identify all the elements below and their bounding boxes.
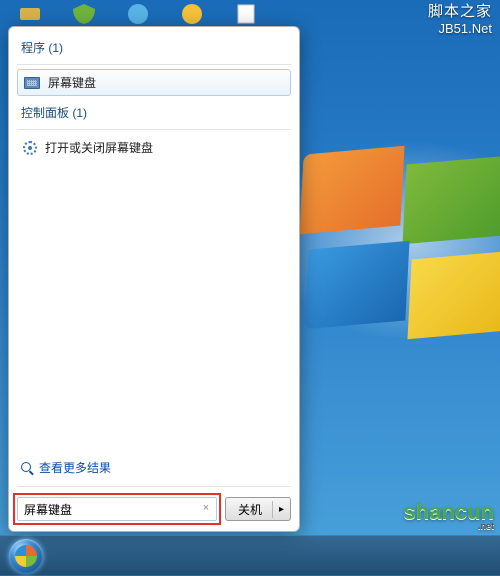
search-results-panel: 程序 (1) 屏幕键盘 控制面板 (1) 打开或关闭屏幕键盘 (9, 27, 299, 453)
section-header-programs: 程序 (1) (17, 35, 291, 60)
pinned-icon[interactable] (172, 2, 212, 26)
pinned-icon[interactable] (226, 2, 266, 26)
taskbar[interactable] (0, 535, 500, 575)
result-item-label: 打开或关闭屏幕键盘 (45, 139, 153, 156)
result-item-label: 屏幕键盘 (48, 74, 96, 91)
start-orb-icon (9, 539, 43, 573)
keyboard-icon (24, 77, 40, 89)
watermark-top: 脚本之家 JB51.Net (428, 0, 492, 36)
divider (17, 64, 291, 65)
gear-icon (23, 141, 37, 155)
shutdown-label: 关机 (226, 501, 273, 518)
result-item-on-screen-keyboard[interactable]: 屏幕键盘 (17, 69, 291, 96)
pinned-icon[interactable] (64, 2, 104, 26)
result-item-toggle-osk[interactable]: 打开或关闭屏幕键盘 (17, 134, 291, 161)
search-input[interactable] (17, 497, 217, 521)
search-icon (21, 462, 33, 474)
start-menu-bottom-bar: × 关机 ▸ (9, 491, 299, 531)
section-header-control-panel: 控制面板 (1) (17, 100, 291, 125)
divider (17, 486, 291, 487)
chevron-right-icon[interactable]: ▸ (273, 504, 290, 515)
start-menu: 程序 (1) 屏幕键盘 控制面板 (1) 打开或关闭屏幕键盘 查看更多结果 × … (8, 26, 300, 532)
watermark-bottom: shancun .net (404, 499, 494, 531)
start-button[interactable] (4, 536, 48, 576)
shutdown-button[interactable]: 关机 ▸ (225, 497, 291, 521)
see-more-results[interactable]: 查看更多结果 (17, 453, 291, 482)
search-wrap: × (17, 497, 217, 521)
pinned-icon[interactable] (118, 2, 158, 26)
clear-search-icon[interactable]: × (199, 501, 213, 515)
divider (17, 129, 291, 130)
pinned-shortcuts-top (10, 2, 266, 26)
see-more-label: 查看更多结果 (39, 459, 111, 476)
pinned-icon[interactable] (10, 2, 50, 26)
